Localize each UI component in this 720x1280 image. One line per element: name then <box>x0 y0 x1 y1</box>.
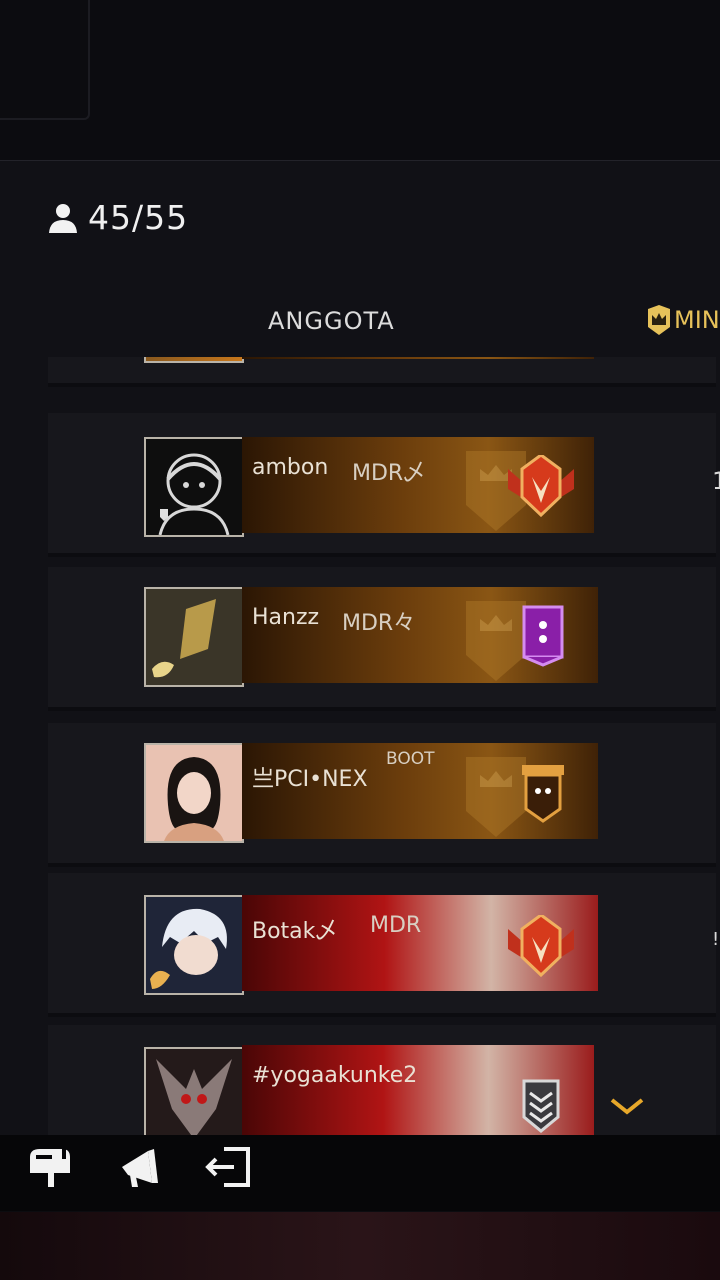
player-clan-tag: MDR々 <box>342 611 416 636</box>
heroic-rank-icon <box>508 455 574 518</box>
avatar-illustration <box>146 589 242 685</box>
purple-banner-icon <box>522 605 564 667</box>
bottom-toolbar <box>0 1135 720 1211</box>
orange-banner-icon <box>522 765 564 823</box>
avatar-illustration <box>146 897 242 993</box>
player-clan-tag: MDR <box>370 913 422 938</box>
member-count-label: 45/55 <box>88 198 189 237</box>
mailbox-icon[interactable] <box>26 1143 74 1191</box>
silver-chevron-icon <box>522 1079 560 1133</box>
avatar <box>144 1047 244 1135</box>
list-item[interactable]: ambon MDR乄 1 <box>48 413 720 557</box>
avatar <box>144 437 244 537</box>
list-item[interactable]: Botak乄 MDR !! <box>48 873 720 1017</box>
member-list[interactable]: ambon MDR乄 1 Hanzz MDR々 亗PCI•NEX BOOT Bo… <box>44 357 720 1135</box>
tab-leaders-label: MIN <box>674 306 720 334</box>
player-clan-tag: MDR乄 <box>352 461 426 486</box>
list-item[interactable]: 亗PCI•NEX BOOT <box>48 723 716 867</box>
list-item[interactable]: Hanzz MDR々 <box>48 567 716 711</box>
avatar <box>144 895 244 995</box>
avatar-illustration <box>158 453 230 535</box>
tab-leaders[interactable]: MIN <box>646 305 720 335</box>
avatar-illustration <box>146 1049 242 1135</box>
list-item[interactable]: #yogaakunke2 <box>48 1025 716 1135</box>
avatar-illustration <box>146 745 242 841</box>
player-name: ambon <box>252 455 329 480</box>
chevron-down-icon[interactable] <box>608 1094 646 1118</box>
player-name: 亗PCI•NEX <box>252 767 368 792</box>
member-count: 45/55 <box>46 198 188 237</box>
avatar <box>144 587 244 687</box>
megaphone-icon[interactable] <box>118 1143 166 1191</box>
player-clan-tag: BOOT <box>386 749 435 769</box>
background-art <box>0 1212 720 1280</box>
player-level: 1 <box>712 467 720 495</box>
crown-badge-icon <box>508 357 578 361</box>
top-left-frame <box>0 0 90 120</box>
tab-members[interactable]: ANGGOTA <box>268 307 395 335</box>
exit-icon[interactable] <box>204 1143 252 1191</box>
player-name: Hanzz <box>252 605 320 630</box>
avatar <box>144 357 244 363</box>
player-name: #yogaakunke2 <box>252 1063 418 1088</box>
avatar <box>144 743 244 843</box>
member-icon <box>49 203 77 233</box>
player-status: !! <box>712 929 720 950</box>
crown-icon <box>648 305 670 335</box>
player-name: Botak乄 <box>252 919 338 944</box>
heroic-rank-icon <box>508 915 574 978</box>
list-item[interactable] <box>48 357 716 387</box>
